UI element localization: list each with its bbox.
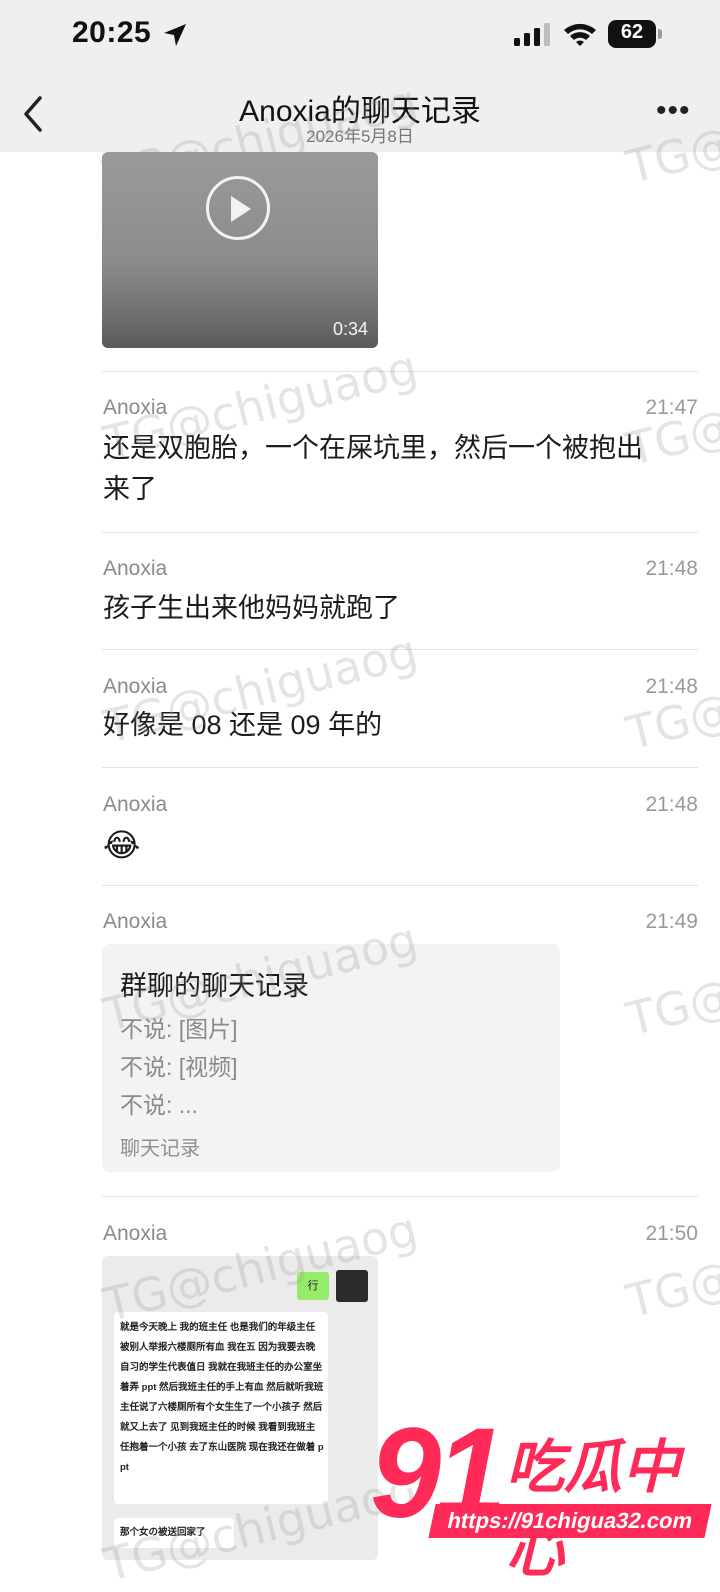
laughing-crying-emoji-icon: 😂 bbox=[103, 827, 141, 863]
divider bbox=[102, 1196, 698, 1197]
chat-record-line: 不说: ... bbox=[120, 1092, 198, 1118]
screenshot-chat-bubble: 就是今天晚上 我的班主任 也是我们的年级主任 被别人举报六楼厕所有血 我在五 因… bbox=[114, 1312, 328, 1504]
message-sender: Anoxia bbox=[103, 557, 168, 580]
message-time: 21:48 bbox=[645, 793, 698, 816]
watermark: TG@ bbox=[621, 1249, 720, 1329]
message-sender: Anoxia bbox=[103, 1222, 168, 1245]
location-arrow-icon bbox=[164, 24, 186, 46]
screenshot-chat-text: 就是今天晚上 我的班主任 也是我们的年级主任 被别人举报六楼厕所有血 我在五 因… bbox=[120, 1322, 324, 1473]
message-time: 21:48 bbox=[645, 557, 698, 580]
divider bbox=[102, 767, 698, 768]
more-options-button[interactable]: ••• bbox=[656, 96, 696, 126]
message-text-continued: 来了 bbox=[103, 474, 157, 504]
divider bbox=[102, 532, 698, 533]
battery-level: 62 bbox=[620, 21, 644, 43]
message-time: 21:49 bbox=[645, 910, 698, 933]
wifi-icon bbox=[564, 23, 596, 46]
message-text: 孩子生出来他妈妈就跑了 bbox=[103, 593, 400, 623]
status-time: 20:25 bbox=[72, 16, 152, 49]
video-duration: 0:34 bbox=[332, 319, 368, 339]
divider bbox=[102, 885, 698, 886]
watermark: TG@ bbox=[621, 967, 720, 1047]
message-sender: Anoxia bbox=[103, 910, 168, 933]
site-logo-url: https://91chigua32.com bbox=[428, 1504, 712, 1538]
avatar bbox=[336, 1270, 368, 1302]
signal-icon bbox=[514, 23, 550, 46]
battery-icon: 62 bbox=[608, 20, 662, 48]
chat-record-footer: 聊天记录 bbox=[120, 1138, 200, 1160]
message-sender: Anoxia bbox=[103, 793, 168, 816]
message-time: 21:50 bbox=[645, 1222, 698, 1245]
chat-record-line: 不说: [视频] bbox=[120, 1054, 238, 1080]
play-icon[interactable] bbox=[206, 176, 270, 240]
